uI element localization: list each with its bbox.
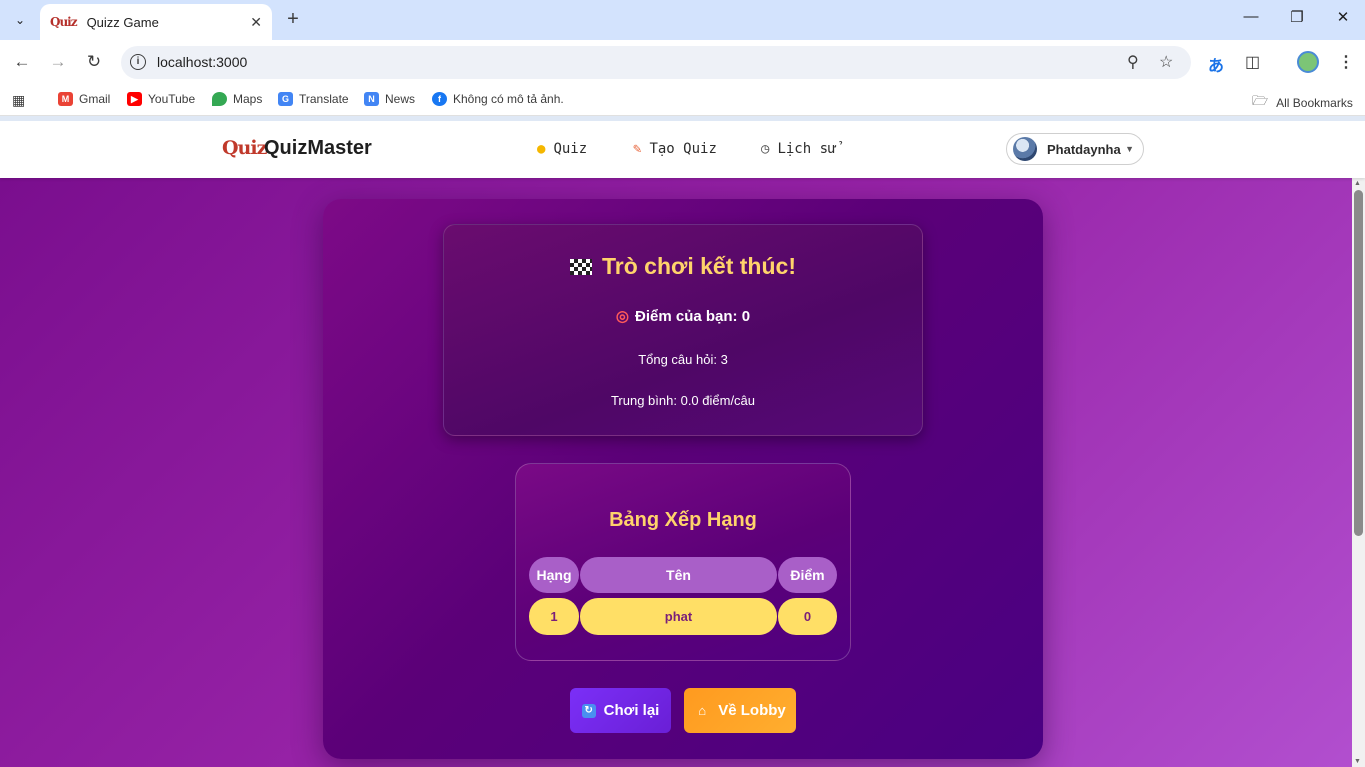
site-logo-text[interactable]: QuizMaster [264, 137, 372, 160]
replay-button[interactable]: ↻ Chơi lại [570, 688, 671, 733]
bookmark-news[interactable]: N News [364, 92, 415, 106]
replay-icon: ↻ [581, 703, 596, 718]
column-header-rank: Hạng [529, 557, 579, 593]
scroll-up-icon[interactable]: ▲ [1354, 180, 1361, 187]
all-bookmarks-label: All Bookmarks [1276, 96, 1353, 110]
folder-icon: 🗁 [1252, 93, 1269, 108]
tab-search-chevron-icon[interactable]: ⌄ [6, 6, 34, 34]
profile-avatar-icon[interactable] [1297, 51, 1319, 73]
site-header: Quiz QuizMaster ● Quiz ✎ Tạo Quiz ◷ Lịch… [0, 121, 1365, 178]
nav-create-quiz[interactable]: ✎ Tạo Quiz [633, 141, 717, 157]
maps-icon [212, 92, 227, 106]
bookmark-facebook[interactable]: f Không có mô tả ảnh. [432, 92, 564, 106]
pencil-icon: ✎ [633, 141, 642, 157]
close-window-icon[interactable]: ✕ [1331, 8, 1355, 26]
apps-grid-icon[interactable]: ▦ [12, 92, 25, 109]
checkered-flag-icon [570, 259, 592, 275]
lobby-button[interactable]: ⌂ Về Lobby [684, 688, 796, 733]
clock-icon: ◷ [761, 141, 770, 157]
house-icon: ⌂ [698, 702, 707, 718]
nav-label: Tạo Quiz [649, 141, 717, 157]
address-bar[interactable]: i localhost:3000 ⚲ ☆ [121, 46, 1191, 79]
close-tab-icon[interactable]: ✕ [250, 14, 262, 31]
new-tab-icon[interactable]: + [282, 8, 304, 32]
column-header-score: Điểm [778, 557, 837, 593]
bookmark-label: Maps [233, 92, 263, 106]
quiz-favicon-icon: Quiz [50, 15, 78, 29]
bookmark-label: Gmail [79, 92, 111, 106]
zoom-icon[interactable]: ⚲ [1127, 52, 1139, 72]
all-bookmarks[interactable]: 🗁 All Bookmarks [1252, 92, 1353, 114]
user-menu[interactable]: Phatdaynha ▼ [1006, 133, 1144, 165]
score-line: ◎ Điểm của bạn: 0 [444, 307, 922, 325]
site-info-icon[interactable]: i [130, 54, 146, 70]
minimize-icon[interactable]: — [1239, 8, 1263, 25]
bookmark-youtube[interactable]: ▶ YouTube [127, 92, 195, 106]
browser-menu-icon[interactable]: ⋮ [1338, 52, 1354, 72]
forward-arrow-icon[interactable]: → [46, 50, 70, 74]
target-icon: ◎ [615, 308, 630, 325]
bookmark-gmail[interactable]: M Gmail [58, 92, 110, 106]
youtube-icon: ▶ [127, 92, 142, 106]
news-icon: N [364, 92, 379, 106]
score-text: Điểm của bạn: 0 [635, 308, 751, 325]
reload-icon[interactable]: ↻ [82, 50, 106, 74]
web-page: Quiz QuizMaster ● Quiz ✎ Tạo Quiz ◷ Lịch… [0, 121, 1365, 767]
nav-label: Lịch sử [777, 141, 837, 157]
user-name: Phatdaynha [1047, 141, 1121, 157]
result-card: Trò chơi kết thúc! ◎ Điểm của bạn: 0 Tổng… [443, 224, 923, 436]
average-score: Trung bình: 0.0 điểm/câu [610, 393, 756, 408]
lobby-label: Về Lobby [718, 702, 786, 719]
nav-quiz[interactable]: ● Quiz [537, 141, 587, 157]
bookmarks-bar: ▦ M Gmail ▶ YouTube Maps G Translate N N… [0, 84, 1365, 116]
column-header-name: Tên [580, 557, 777, 593]
avatar [1013, 137, 1037, 161]
page-scrollbar[interactable]: ▲ ▼ [1352, 178, 1365, 767]
gmail-icon: M [58, 92, 73, 106]
translate-extension-icon[interactable]: あ [1208, 52, 1224, 76]
replay-label: Chơi lại [603, 702, 660, 719]
bookmark-star-icon[interactable]: ☆ [1159, 52, 1173, 72]
table-cell-name: phat [580, 598, 777, 635]
browser-tabstrip: ⌄ Quiz Quizz Game ✕ + — ❐ ✕ [0, 0, 1365, 40]
url-text[interactable]: localhost:3000 [157, 54, 247, 70]
browser-toolbar: ← → ↻ i localhost:3000 ⚲ ☆ あ ◫ ⋮ [0, 40, 1365, 84]
total-questions: Tổng câu hỏi: 3 [638, 352, 728, 367]
restore-icon[interactable]: ❐ [1285, 8, 1309, 26]
lightbulb-icon: ● [537, 141, 546, 157]
table-cell-score: 0 [778, 598, 837, 635]
table-cell-rank: 1 [529, 598, 579, 635]
caret-down-icon: ▼ [1125, 144, 1134, 154]
bookmark-label: Translate [299, 92, 349, 106]
nav-label: Quiz [553, 141, 588, 157]
bookmark-label: YouTube [148, 92, 196, 106]
bookmark-label: Không có mô tả ảnh. [453, 92, 564, 106]
bookmark-maps[interactable]: Maps [212, 92, 262, 106]
quiz-logo-icon[interactable]: Quiz [222, 137, 267, 159]
facebook-icon: f [432, 92, 447, 106]
leaderboard-title: Bảng Xếp Hạng [609, 509, 757, 531]
browser-tab[interactable]: Quiz Quizz Game ✕ [40, 4, 272, 40]
tab-title: Quizz Game [86, 14, 159, 30]
game-over-title: Trò chơi kết thúc! [444, 253, 922, 280]
translate-icon: G [278, 92, 293, 106]
bookmark-translate[interactable]: G Translate [278, 92, 349, 106]
nav-history[interactable]: ◷ Lịch sử [761, 141, 836, 157]
game-over-title-text: Trò chơi kết thúc! [602, 253, 796, 279]
leaderboard-card: Bảng Xếp Hạng Hạng Tên Điểm 1 phat 0 [515, 463, 851, 661]
scroll-thumb[interactable] [1354, 190, 1363, 536]
bookmark-label: News [385, 92, 416, 106]
extensions-puzzle-icon[interactable]: ◫ [1245, 52, 1260, 72]
scroll-down-icon[interactable]: ▼ [1354, 758, 1361, 765]
back-arrow-icon[interactable]: ← [10, 50, 34, 74]
